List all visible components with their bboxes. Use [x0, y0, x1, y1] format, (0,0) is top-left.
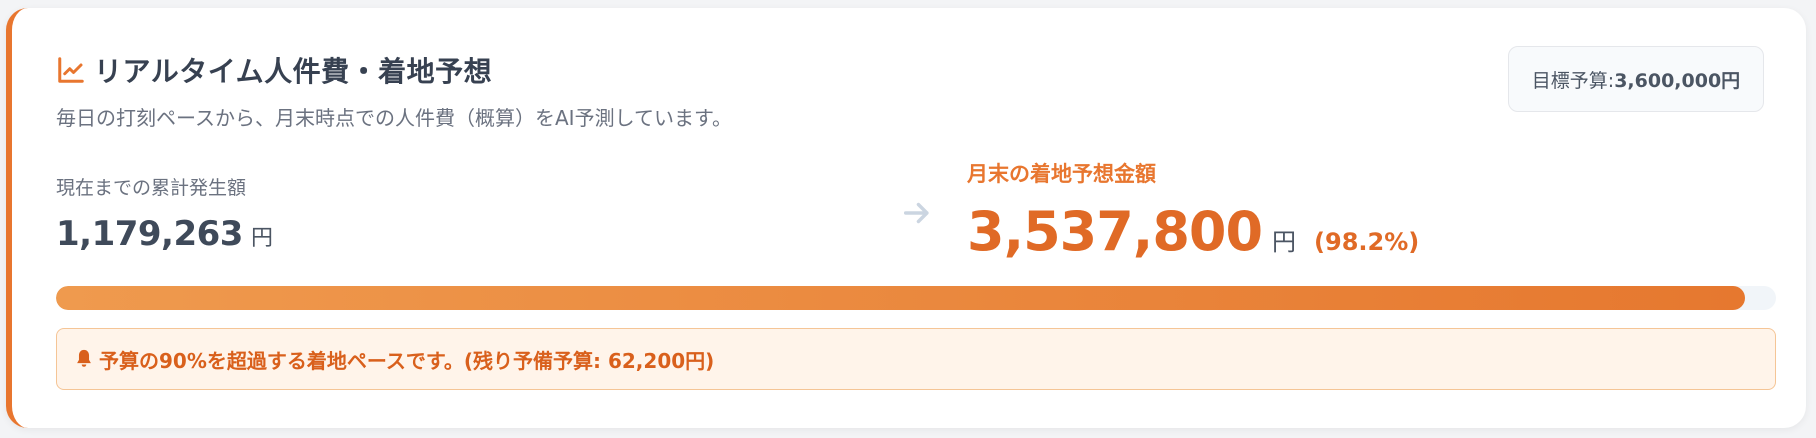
current-total-label: 現在までの累計発生額 [56, 177, 247, 199]
bell-icon [77, 349, 91, 367]
target-budget-value: 3,600,000円 [1614, 69, 1741, 92]
forecast-label: 月末の着地予想金額 [967, 162, 1156, 186]
budget-alert: 予算の90%を超過する着地ペースです。(残り予備予算: 62,200円) [56, 328, 1776, 390]
trend-chart-icon [58, 57, 84, 83]
page-subtitle: 毎日の打刻ペースから、月末時点での人件費（概算）をAI予測しています。 [56, 106, 732, 130]
arrow-right-icon [903, 202, 929, 224]
forecast-value: 3,537,800 [967, 200, 1263, 263]
budget-progress-fill [56, 286, 1746, 310]
current-total-row: 1,179,263 円 [56, 214, 273, 254]
forecast-unit: 円 [1272, 228, 1297, 256]
forecast-section: 月末の着地予想金額 3,537,800 円 (98.2%) [967, 158, 1419, 263]
target-budget-label: 目標予算: [1531, 69, 1615, 92]
current-total-value: 1,179,263 [56, 214, 243, 254]
forecast-value-row: 3,537,800 円 (98.2%) [967, 200, 1419, 263]
title-row: リアルタイム人件費・着地予想 [56, 50, 732, 90]
current-total-section: 現在までの累計発生額 1,179,263 円 [56, 173, 273, 254]
target-budget-badge: 目標予算: 3,600,000円 [1508, 46, 1764, 112]
current-total-unit: 円 [250, 226, 273, 251]
alert-message: 予算の90%を超過する着地ペースです。(残り予備予算: 62,200円) [99, 348, 715, 373]
card-header: リアルタイム人件費・着地予想 毎日の打刻ペースから、月末時点での人件費（概算）を… [56, 50, 732, 131]
budget-progress-bar [56, 286, 1776, 310]
forecast-percent: (98.2%) [1314, 228, 1420, 256]
forecast-card: リアルタイム人件費・着地予想 毎日の打刻ペースから、月末時点での人件費（概算）を… [6, 8, 1806, 428]
page-title: リアルタイム人件費・着地予想 [94, 55, 493, 88]
